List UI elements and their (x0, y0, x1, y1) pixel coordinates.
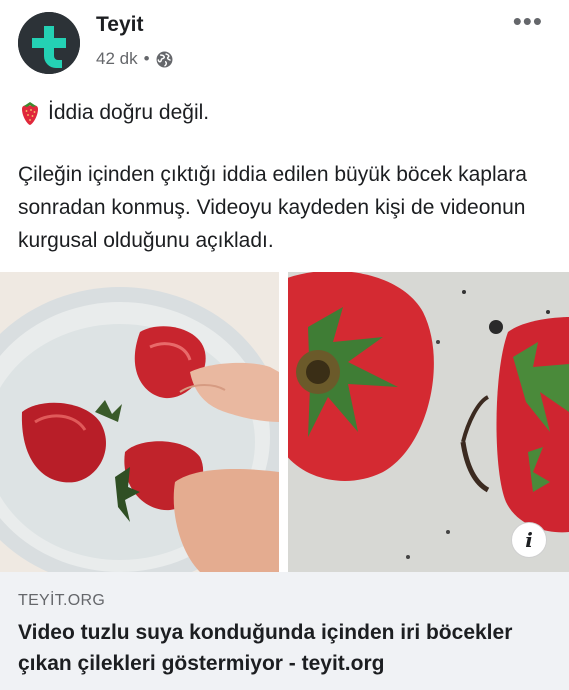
post-meta: 42 dk • (96, 49, 173, 69)
strawberries-bowl-image[interactable] (0, 272, 279, 572)
meta-separator: • (143, 49, 150, 68)
more-options-button[interactable]: ••• (513, 8, 543, 34)
strawberries-bowl-illustration (0, 272, 279, 572)
post-header: Teyit 42 dk • ••• (0, 0, 569, 86)
globe-icon (156, 51, 173, 67)
post-media[interactable]: i (0, 272, 569, 572)
post-text: İddia doğru değil. Çileğin içinden çıktı… (18, 96, 553, 257)
teyit-logo-icon (18, 12, 80, 74)
page-avatar[interactable] (18, 12, 80, 74)
link-domain: TEYİT.ORG (18, 592, 106, 609)
post-headline-line: İddia doğru değil. (18, 96, 553, 129)
link-preview-card[interactable]: TEYİT.ORG Video tuzlu suya konduğunda iç… (0, 572, 569, 690)
post-headline: İddia doğru değil. (48, 101, 210, 124)
post-time[interactable]: 42 dk (96, 49, 138, 69)
link-title[interactable]: Video tuzlu suya konduğunda içinden iri … (18, 617, 558, 679)
page-name[interactable]: Teyit (96, 13, 143, 37)
info-button[interactable]: i (511, 522, 547, 558)
strawberry-emoji-icon (22, 101, 38, 125)
post-body: Çileğin içinden çıktığı iddia edilen büy… (18, 163, 527, 252)
